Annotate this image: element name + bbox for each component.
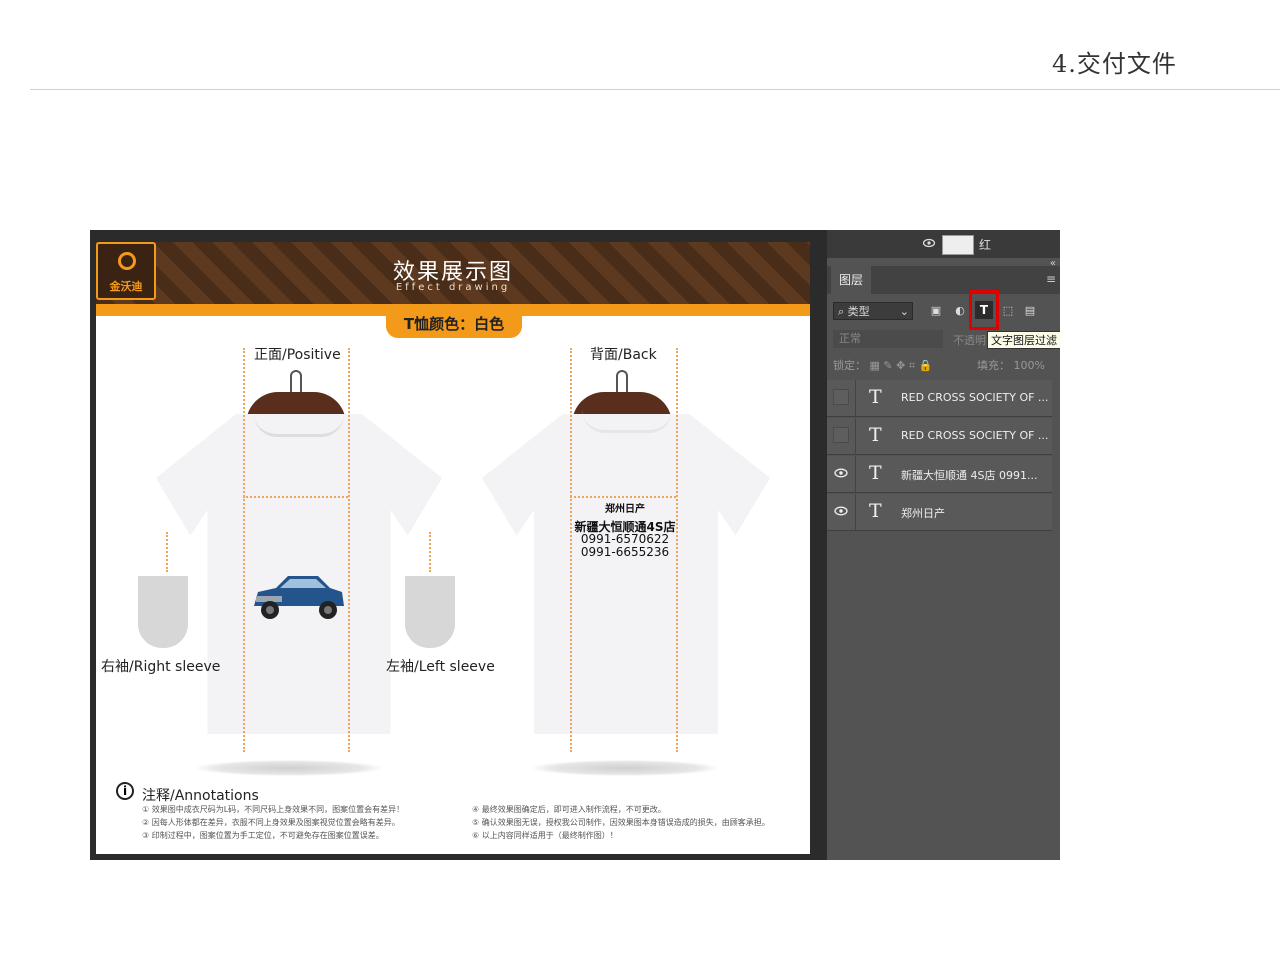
back-view-label: 背面/Back bbox=[590, 347, 657, 363]
car-image bbox=[254, 576, 344, 619]
top-layer-thumbnail[interactable] bbox=[942, 235, 974, 255]
visibility-toggle-off[interactable] bbox=[833, 427, 849, 443]
effect-sheet: 金沃迪 效果展示图 Effect drawing T恤颜色：白色 正面/Posi… bbox=[96, 242, 810, 854]
back-collar bbox=[582, 410, 672, 433]
back-print-line1: 郑州日产 bbox=[605, 504, 645, 515]
layer-row[interactable]: T 新疆大恒顺通 4S店 0991... bbox=[827, 456, 1052, 493]
left-sleeve-guide bbox=[429, 532, 431, 572]
layer-separator bbox=[855, 456, 856, 492]
eye-icon[interactable] bbox=[833, 465, 849, 481]
layer-separator bbox=[855, 380, 856, 416]
filter-kind-value: 类型 bbox=[847, 305, 870, 318]
panel-top-bar: 红 bbox=[827, 230, 1060, 258]
annotation-item: ⑥ 以上内容同样适用于（最终制作图）！ bbox=[472, 831, 618, 840]
annotations-title: 注释/Annotations bbox=[142, 788, 259, 804]
lock-icon[interactable]: 🔒 bbox=[919, 359, 933, 372]
info-icon: i bbox=[116, 782, 134, 800]
right-sleeve-label: 右袖/Right sleeve bbox=[101, 659, 221, 675]
front-hanger-hook-icon bbox=[290, 370, 302, 392]
slide-divider bbox=[30, 89, 1280, 90]
blend-mode-select[interactable]: 正常 bbox=[833, 330, 943, 348]
right-sleeve-shape bbox=[138, 576, 188, 648]
layer-row[interactable]: T RED CROSS SOCIETY OF ... bbox=[827, 380, 1052, 417]
layer-separator bbox=[855, 418, 856, 454]
filter-type-icon[interactable]: T bbox=[975, 301, 993, 319]
layer-name[interactable]: RED CROSS SOCIETY OF ... bbox=[901, 429, 1048, 442]
front-guide-right bbox=[348, 348, 350, 752]
visibility-toggle-off[interactable] bbox=[833, 389, 849, 405]
back-guide-top bbox=[570, 496, 676, 498]
front-guide-left bbox=[243, 348, 245, 752]
shirt-color-tab: T恤颜色：白色 bbox=[386, 310, 522, 338]
back-print-line4: 0991-6655236 bbox=[580, 545, 670, 559]
back-shirt-shadow bbox=[532, 760, 718, 776]
back-guide-right bbox=[676, 348, 678, 752]
search-icon: ⌕ bbox=[838, 305, 845, 318]
text-layer-icon: T bbox=[869, 424, 882, 446]
text-layer-icon: T bbox=[869, 462, 882, 484]
filter-tooltip: 文字图层过滤 bbox=[987, 331, 1060, 349]
filter-kind-select[interactable]: ⌕ 类型 ⌄ bbox=[833, 302, 913, 320]
back-guide-left bbox=[570, 348, 572, 752]
layer-name[interactable]: RED CROSS SOCIETY OF ... bbox=[901, 391, 1048, 404]
left-sleeve-shape bbox=[405, 576, 455, 648]
lock-brush-icon[interactable]: ✎ bbox=[883, 359, 892, 372]
layer-row[interactable]: T 郑州日产 bbox=[827, 494, 1052, 531]
filter-adjustment-icon[interactable]: ◐ bbox=[951, 302, 969, 320]
front-shirt-shadow bbox=[196, 760, 382, 776]
layer-separator bbox=[855, 494, 856, 530]
left-sleeve-label: 左袖/Left sleeve bbox=[386, 659, 495, 675]
panel-menu-icon[interactable]: ≡ bbox=[1046, 272, 1056, 286]
layer-row[interactable]: T RED CROSS SOCIETY OF ... bbox=[827, 418, 1052, 455]
text-layer-icon: T bbox=[869, 386, 882, 408]
back-print-line3: 0991-6570622 bbox=[580, 532, 670, 546]
filter-image-icon[interactable]: ▣ bbox=[927, 302, 945, 320]
back-shirt-image bbox=[482, 414, 770, 734]
top-layer-name[interactable]: 红 bbox=[979, 236, 991, 253]
opacity-label: 不透明 bbox=[953, 334, 986, 347]
back-hanger-hook-icon bbox=[616, 370, 628, 392]
lock-label: 锁定： bbox=[833, 359, 866, 372]
banner-subtitle: Effect drawing bbox=[395, 282, 511, 293]
layer-name[interactable]: 郑州日产 bbox=[901, 505, 945, 521]
fill-label: 填充： bbox=[977, 359, 1010, 372]
annotation-item: ① 效果图中成衣尺码为L码，不同尺码上身效果不同，图案位置会有差异！ bbox=[142, 805, 405, 814]
slide-title: 4.交付文件 bbox=[1052, 50, 1177, 78]
layers-panel: 红 « 图层 ≡ ⌕ 类型 ⌄ ▣ ◐ T ⬚ ▤ 正常 不透明 文字图层过滤 … bbox=[827, 230, 1060, 860]
annotation-item: ④ 最终效果图确定后，即可进入制作流程，不可更改。 bbox=[472, 805, 666, 814]
lock-move-icon[interactable]: ✥ bbox=[896, 359, 905, 372]
chevron-down-icon: ⌄ bbox=[899, 305, 909, 318]
tab-layers[interactable]: 图层 bbox=[831, 266, 871, 294]
layer-name[interactable]: 新疆大恒顺通 4S店 0991... bbox=[901, 467, 1037, 483]
annotation-item: ③ 印制过程中，图案位置为手工定位，不可避免存在图案位置误差。 bbox=[142, 831, 384, 840]
filter-smartobject-icon[interactable]: ▤ bbox=[1021, 302, 1039, 320]
front-collar bbox=[254, 414, 344, 437]
right-sleeve-guide bbox=[166, 532, 168, 572]
filter-shape-icon[interactable]: ⬚ bbox=[999, 302, 1017, 320]
lock-row: 锁定： ▦ ✎ ✥ ⌗ 🔒 bbox=[833, 357, 932, 373]
eye-icon[interactable] bbox=[833, 503, 849, 519]
front-guide-chest bbox=[243, 496, 348, 498]
lock-artboard-icon[interactable]: ⌗ bbox=[909, 359, 915, 372]
eye-icon[interactable] bbox=[923, 238, 935, 248]
annotation-item: ② 因每人形体都在差异，衣服不同上身效果及图案视觉位置会略有差异。 bbox=[142, 818, 400, 827]
annotation-item: ⑤ 确认效果图无误，授权我公司制作，因效果图本身错误造成的损失，由顾客承担。 bbox=[472, 818, 770, 827]
fill-row: 填充： 100% bbox=[977, 357, 1045, 373]
text-layer-icon: T bbox=[869, 500, 882, 522]
front-view-label: 正面/Positive bbox=[254, 347, 341, 363]
lock-transparent-icon[interactable]: ▦ bbox=[870, 359, 880, 372]
fill-value[interactable]: 100% bbox=[1014, 359, 1045, 372]
